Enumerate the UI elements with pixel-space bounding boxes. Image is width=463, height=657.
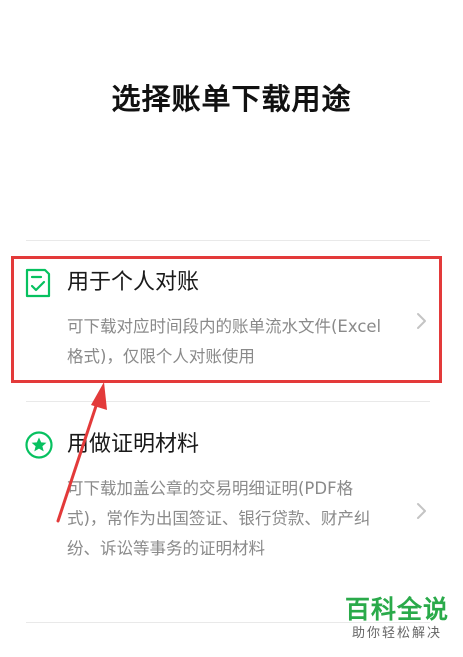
watermark: 百科全说 助你轻松解决	[345, 595, 449, 643]
option-description: 可下载对应时间段内的账单流水文件(Excel格式)，仅限个人对账使用	[67, 317, 382, 366]
page-title: 选择账单下载用途	[111, 82, 352, 116]
watermark-main: 百科全说	[344, 595, 449, 624]
option-personal-reconciliation[interactable]: 用于个人对账 可下载对应时间段内的账单流水文件(Excel格式)，仅限个人对账使…	[14, 258, 442, 384]
page: 选择账单下载用途 用于个人对账 可下载对应时间段内的账单流水文件(Excel格式…	[0, 0, 463, 657]
divider-middle	[26, 401, 430, 402]
option-description: 可下载加盖公章的交易明细证明(PDF格式)，常作为出国签证、银行贷款、财产纠纷、…	[67, 479, 371, 558]
star-badge-icon	[24, 430, 53, 460]
chevron-right-icon	[414, 502, 428, 520]
divider-top	[26, 240, 430, 241]
chevron-right-icon	[414, 312, 428, 330]
option-title: 用做证明材料	[67, 432, 200, 457]
option-title: 用于个人对账	[67, 270, 200, 295]
document-check-icon	[24, 268, 52, 298]
option-proof-material[interactable]: 用做证明材料 可下载加盖公章的交易明细证明(PDF格式)，常作为出国签证、银行贷…	[14, 420, 442, 600]
watermark-sub: 助你轻松解决	[351, 626, 442, 641]
